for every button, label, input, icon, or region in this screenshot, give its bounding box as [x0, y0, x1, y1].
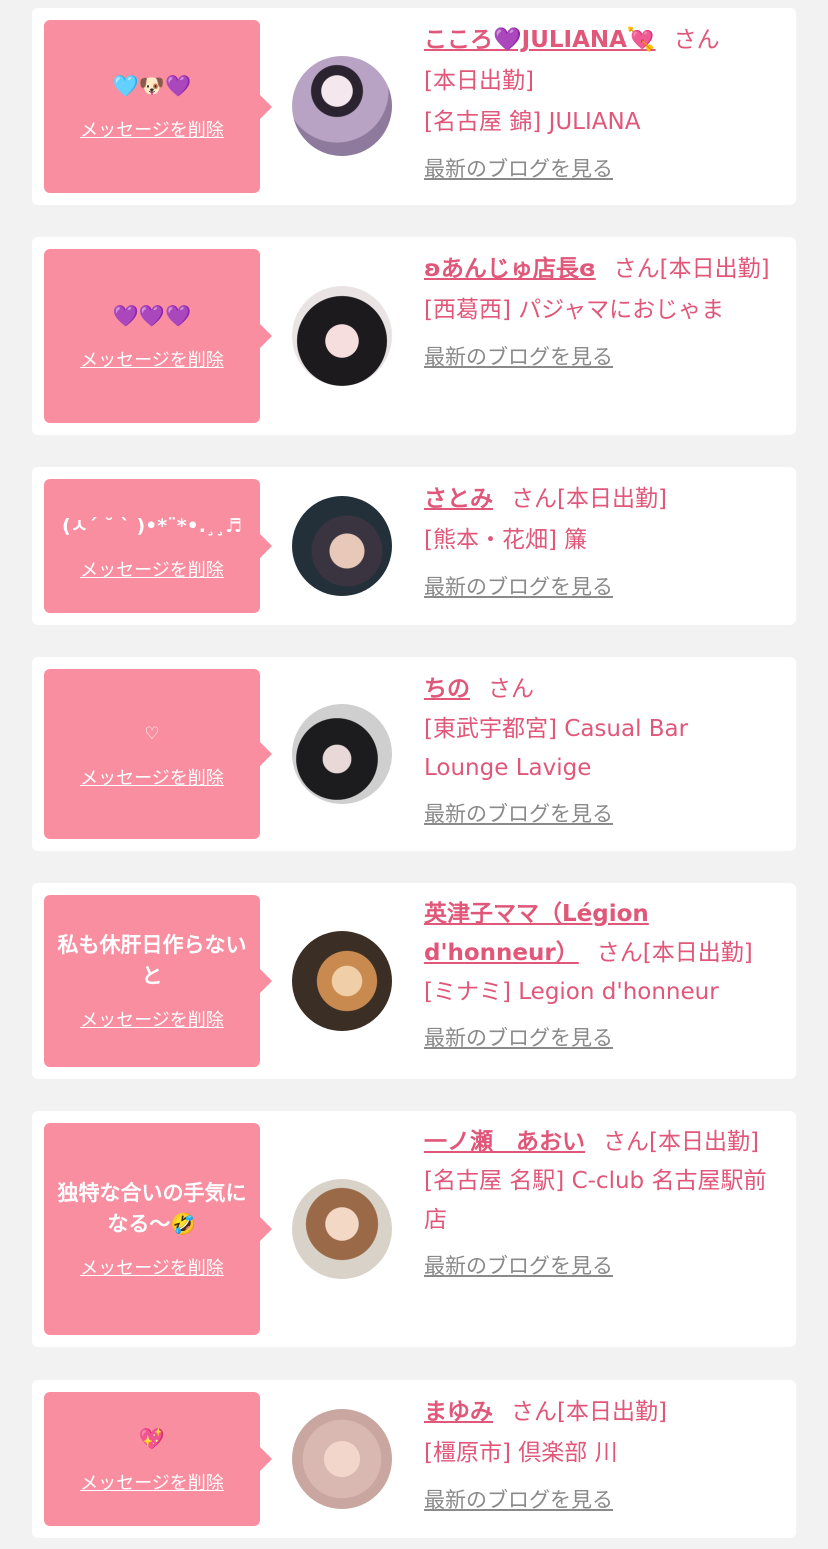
- cast-info: 一ノ瀬 あおい さん[本日出勤] [名古屋 名駅] C-club 名古屋駅前店 最…: [424, 1123, 776, 1284]
- honorific: さん: [511, 486, 557, 512]
- list-item: 私も休肝日作らないと メッセージを削除 英津子ママ（Légion d'honne…: [32, 883, 796, 1079]
- list-item: 💜💜💜 メッセージを削除 ʚあんじゅ店長ɞ さん[本日出勤] [西葛西] パジャマ…: [32, 237, 796, 435]
- message-text: 🩵🐶💜: [112, 74, 192, 98]
- latest-blog-link[interactable]: 最新のブログを見る: [424, 1482, 776, 1518]
- latest-blog-link[interactable]: 最新のブログを見る: [424, 151, 776, 187]
- cast-name-link[interactable]: さとみ: [424, 486, 493, 512]
- cast-name-link[interactable]: 一ノ瀬 あおい: [424, 1129, 585, 1155]
- honorific: さん: [488, 676, 534, 702]
- message-text: 💖: [138, 1426, 166, 1451]
- delete-message-link[interactable]: メッセージを削除: [80, 1254, 224, 1280]
- shift-status: [本日出勤]: [642, 940, 753, 966]
- message-text: 💜💜💜: [112, 303, 192, 328]
- shift-status: [本日出勤]: [659, 256, 770, 282]
- shift-status: [本日出勤]: [649, 1129, 759, 1155]
- delete-message-link[interactable]: メッセージを削除: [80, 764, 224, 790]
- list-item: (ㅅ´ ˘ ` )•*¨*•.¸¸♬ メッセージを削除 さとみ さん[本日出勤] …: [32, 467, 796, 625]
- message-bubble: 🩵🐶💜 メッセージを削除: [44, 20, 272, 193]
- message-text: 私も休肝日作らないと: [57, 933, 247, 988]
- cast-info: まゆみ さん[本日出勤] [橿原市] 倶楽部 川 最新のブログを見る: [424, 1392, 776, 1518]
- list-item: 🩵🐶💜 メッセージを削除 こころ💜JULIANA💘 さん [本日出勤] [名古屋 …: [32, 8, 796, 205]
- delete-message-link[interactable]: メッセージを削除: [80, 1469, 224, 1495]
- avatar[interactable]: [292, 704, 392, 804]
- message-list: 🩵🐶💜 メッセージを削除 こころ💜JULIANA💘 さん [本日出勤] [名古屋 …: [0, 0, 828, 1549]
- list-item: 独特な合いの手気になる〜🤣 メッセージを削除 一ノ瀬 あおい さん[本日出勤] […: [32, 1111, 796, 1347]
- latest-blog-link[interactable]: 最新のブログを見る: [424, 339, 776, 375]
- delete-message-link[interactable]: メッセージを削除: [80, 346, 224, 372]
- cast-info: 英津子ママ（Légion d'honneur） さん[本日出勤] [ミナミ] Le…: [424, 895, 776, 1056]
- honorific: さん: [603, 1129, 649, 1155]
- avatar[interactable]: [292, 286, 392, 386]
- message-text: ♡: [144, 723, 160, 744]
- honorific: さん: [511, 1399, 557, 1425]
- delete-message-link[interactable]: メッセージを削除: [80, 1006, 224, 1032]
- shop-name: [名古屋 名駅] C-club 名古屋駅前店: [424, 1168, 767, 1233]
- avatar[interactable]: [292, 496, 392, 596]
- list-item: ♡ メッセージを削除 ちの さん [東武宇都宮] Casual Bar Loung…: [32, 657, 796, 851]
- message-text: 独特な合いの手気になる〜🤣: [57, 1181, 247, 1236]
- shop-name: [熊本・花畑] 簾: [424, 527, 588, 553]
- cast-info: ちの さん [東武宇都宮] Casual Bar Lounge Lavige 最新…: [424, 669, 776, 832]
- message-bubble: ♡ メッセージを削除: [44, 669, 272, 839]
- delete-message-link[interactable]: メッセージを削除: [80, 116, 224, 142]
- message-bubble: 私も休肝日作らないと メッセージを削除: [44, 895, 272, 1067]
- cast-name-link[interactable]: ちの: [424, 676, 470, 702]
- message-bubble: 独特な合いの手気になる〜🤣 メッセージを削除: [44, 1123, 272, 1335]
- honorific: さん: [596, 940, 643, 966]
- avatar[interactable]: [292, 931, 392, 1031]
- shop-name: [東武宇都宮] Casual Bar Lounge Lavige: [424, 716, 689, 781]
- avatar[interactable]: [292, 56, 392, 156]
- honorific: さん: [673, 27, 720, 53]
- cast-info: さとみ さん[本日出勤] [熊本・花畑] 簾 最新のブログを見る: [424, 479, 776, 605]
- cast-name-link[interactable]: ʚあんじゅ店長ɞ: [424, 256, 596, 282]
- honorific: さん: [613, 256, 660, 282]
- avatar[interactable]: [292, 1409, 392, 1509]
- cast-name-link[interactable]: こころ💜JULIANA💘: [424, 27, 656, 53]
- shop-name: [ミナミ] Legion d'honneur: [424, 979, 719, 1005]
- latest-blog-link[interactable]: 最新のブログを見る: [424, 1248, 776, 1284]
- shift-status: [本日出勤]: [557, 486, 667, 512]
- message-bubble: 💜💜💜 メッセージを削除: [44, 249, 272, 423]
- latest-blog-link[interactable]: 最新のブログを見る: [424, 796, 776, 832]
- avatar[interactable]: [292, 1179, 392, 1279]
- message-text: (ㅅ´ ˘ ` )•*¨*•.¸¸♬: [61, 514, 243, 537]
- shift-status: [本日出勤]: [557, 1399, 667, 1425]
- cast-info: こころ💜JULIANA💘 さん [本日出勤] [名古屋 錦] JULIANA 最新…: [424, 20, 776, 187]
- shift-status: [本日出勤]: [424, 68, 534, 94]
- shop-name: [名古屋 錦] JULIANA: [424, 109, 641, 135]
- message-bubble: 💖 メッセージを削除: [44, 1392, 272, 1526]
- latest-blog-link[interactable]: 最新のブログを見る: [424, 1020, 776, 1056]
- shop-name: [橿原市] 倶楽部 川: [424, 1440, 618, 1466]
- shop-name: [西葛西] パジャマにおじゃま: [424, 297, 725, 323]
- message-bubble: (ㅅ´ ˘ ` )•*¨*•.¸¸♬ メッセージを削除: [44, 479, 272, 613]
- latest-blog-link[interactable]: 最新のブログを見る: [424, 569, 776, 605]
- delete-message-link[interactable]: メッセージを削除: [80, 556, 224, 582]
- cast-info: ʚあんじゅ店長ɞ さん[本日出勤] [西葛西] パジャマにおじゃま 最新のブログを…: [424, 249, 776, 375]
- cast-name-link[interactable]: まゆみ: [424, 1399, 493, 1425]
- list-item: 💖 メッセージを削除 まゆみ さん[本日出勤] [橿原市] 倶楽部 川 最新のブロ…: [32, 1380, 796, 1538]
